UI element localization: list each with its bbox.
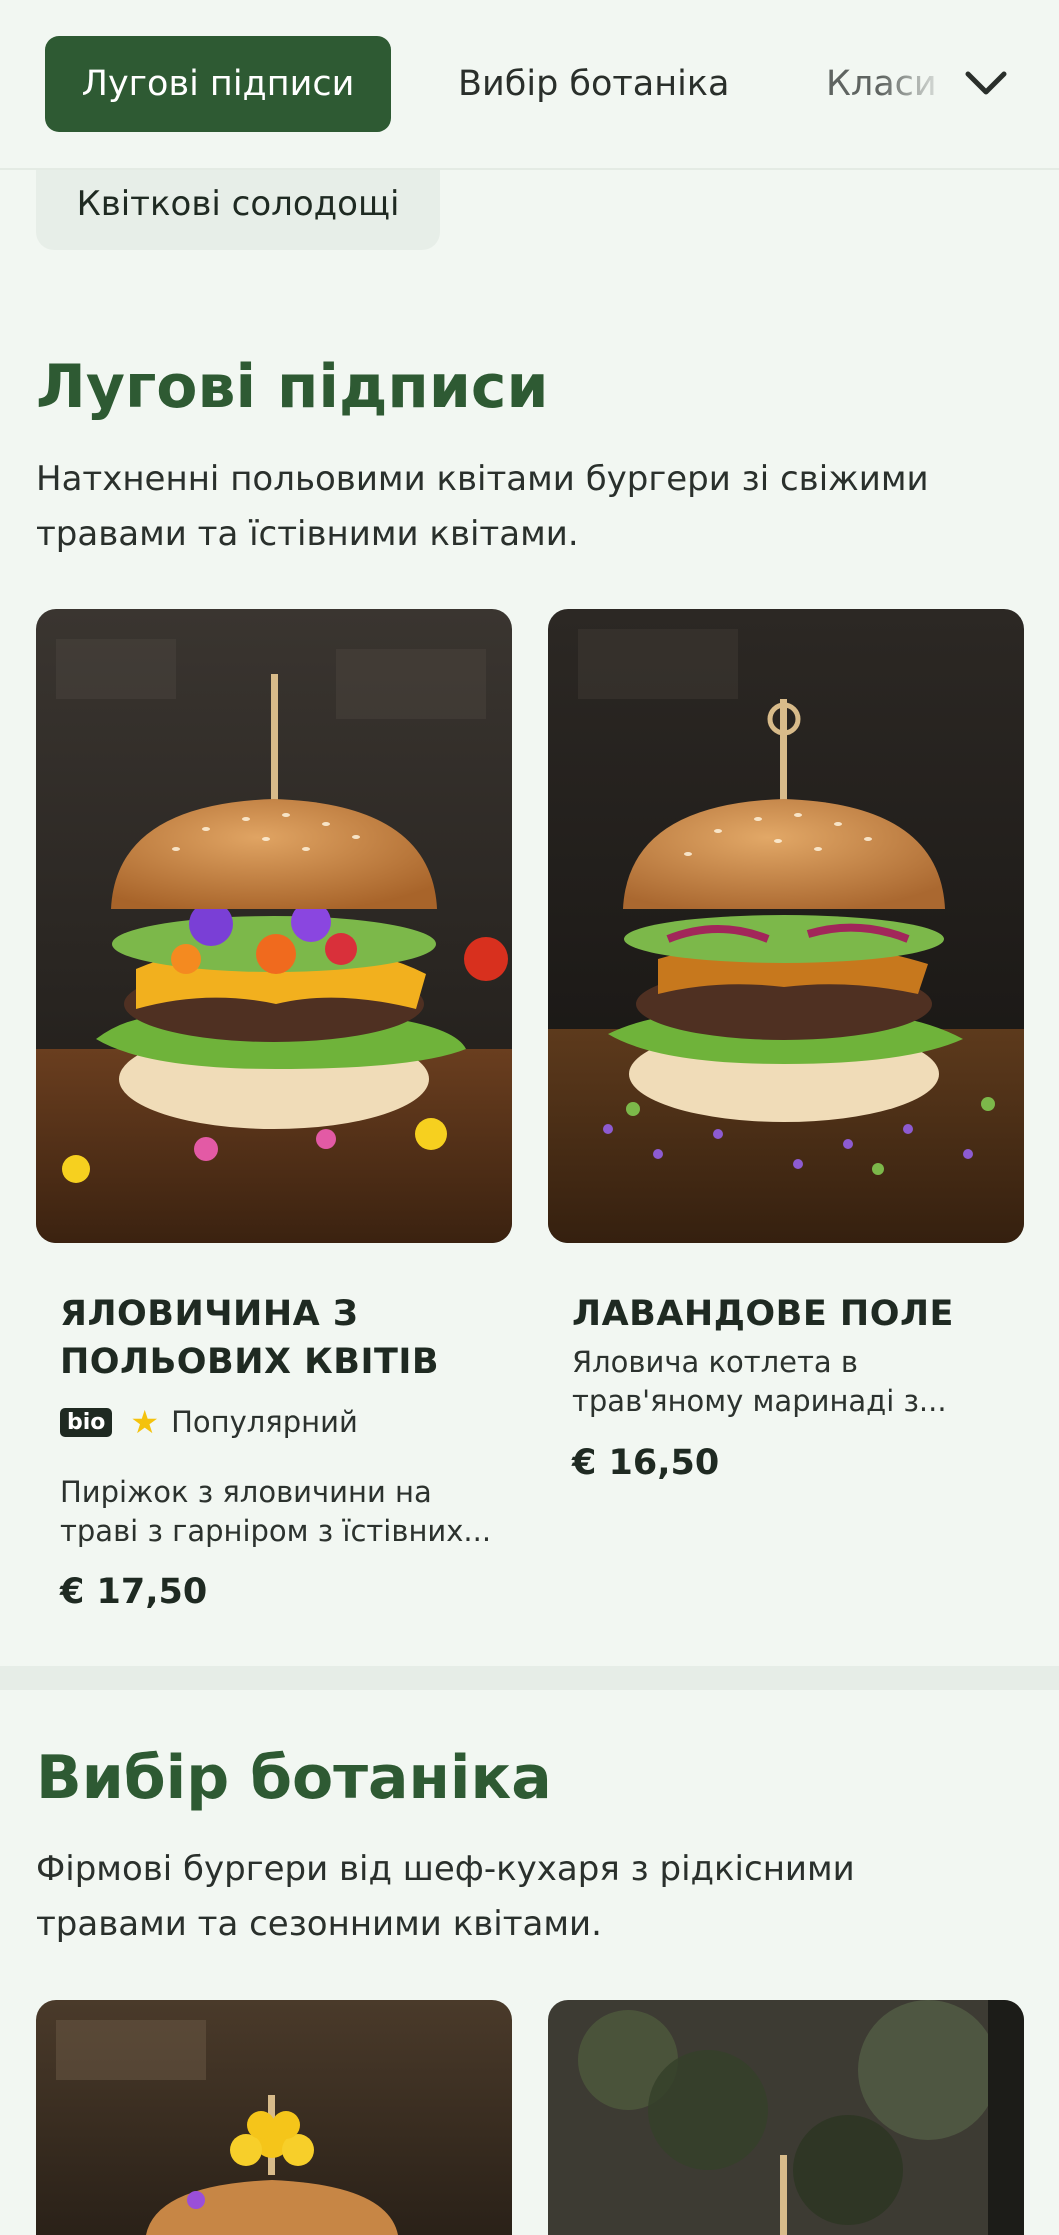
section-title: Лугові підписи (36, 352, 549, 422)
tab-meadow-signatures[interactable]: Лугові підписи (45, 36, 391, 132)
product-badges: bio ★ Популярний (60, 1403, 358, 1441)
product-image-lavender-field[interactable] (548, 609, 1024, 1243)
product-price: € 16,50 (572, 1443, 720, 1483)
tabs-fade-overlay (880, 40, 950, 130)
product-image-wildflower-beef[interactable] (36, 609, 512, 1243)
product-price: € 17,50 (60, 1572, 208, 1612)
product-image[interactable] (36, 2000, 512, 2235)
section-title: Вибір ботаніка (36, 1743, 552, 1813)
category-tabs-bar: Лугові підписи Вибір ботаніка Класи (0, 0, 1059, 170)
section-description: Фірмові бургери від шеф-кухаря з рідкісн… (36, 1849, 855, 1944)
product-description: Яловича котлета в трав'яному маринаді з.… (572, 1345, 947, 1418)
section-description: Натхненні польовими квітами бургери зі с… (36, 459, 929, 554)
tab-botanist-choice[interactable]: Вибір ботаніка (458, 36, 729, 132)
product-description: Пиріжок з яловичини на траві з гарніром … (60, 1475, 492, 1548)
product-name[interactable]: ЯЛОВИЧИНА З ПОЛЬОВИХ КВІТІВ (60, 1290, 500, 1386)
chevron-down-icon[interactable] (960, 60, 1012, 106)
star-icon: ★ (130, 1403, 160, 1441)
product-name[interactable]: ЛАВАНДОВЕ ПОЛЕ (572, 1290, 1012, 1338)
popular-badge: Популярний (171, 1405, 358, 1439)
product-image[interactable] (548, 2000, 1024, 2235)
section-divider (0, 1666, 1059, 1690)
bio-badge: bio (60, 1407, 113, 1437)
